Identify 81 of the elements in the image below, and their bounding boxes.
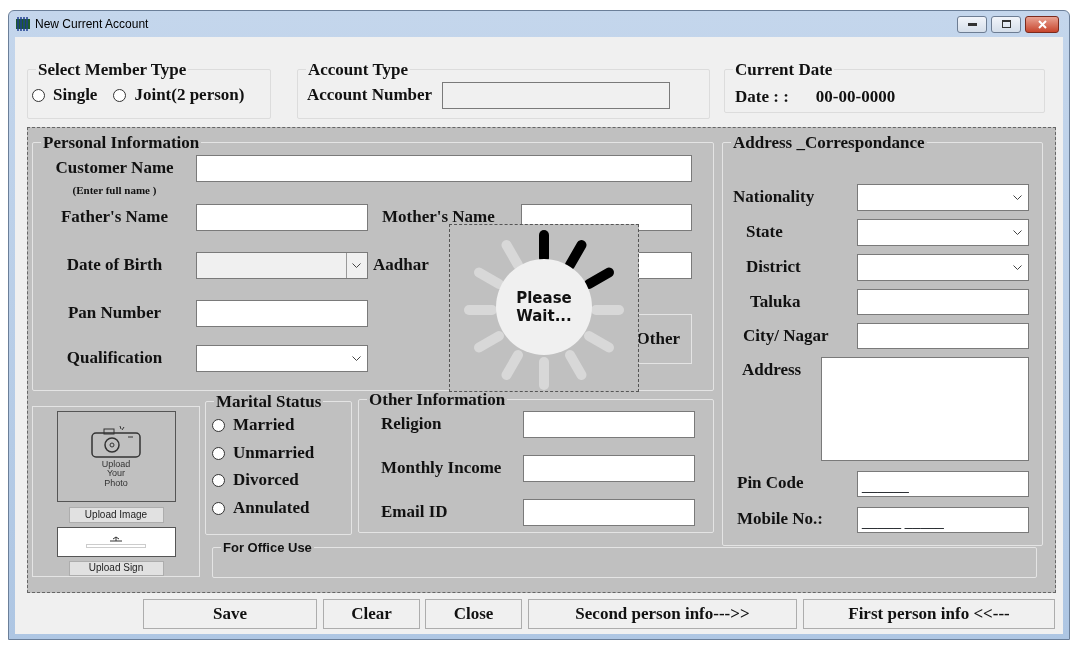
- field-label: Aadhar: [372, 256, 430, 275]
- field-label: Qualification: [66, 349, 163, 368]
- radio-label: Single: [53, 86, 98, 105]
- input-field[interactable]: [196, 155, 692, 182]
- group-title: Select Member Type: [37, 61, 188, 78]
- camera-icon: [90, 425, 142, 459]
- group-title: Marital Status: [215, 393, 323, 410]
- group-title: Account Type: [307, 61, 409, 78]
- group-title: For Office Use: [222, 541, 313, 554]
- chevron-down-icon: [352, 356, 361, 361]
- group-title: Personal Information: [42, 134, 201, 151]
- field-label: Date of Birth: [66, 256, 163, 275]
- radio-label: Divorced: [233, 471, 299, 491]
- radio-button[interactable]: [212, 418, 225, 432]
- dropdown-field[interactable]: [196, 345, 368, 372]
- input-field[interactable]: [523, 411, 695, 438]
- radio-button[interactable]: [212, 446, 225, 460]
- input-field[interactable]: ______: [857, 471, 1029, 497]
- date-value: 00-00-0000: [815, 88, 896, 107]
- loading-text: Please Wait...: [515, 289, 573, 325]
- dropdown-field[interactable]: [857, 184, 1029, 211]
- group-title: Address _Correspondance: [732, 134, 926, 151]
- photo-caption: Upload Your Photo: [100, 460, 132, 489]
- radio-label: Annulated: [233, 499, 310, 518]
- field-label: Mobile No.:: [736, 509, 824, 529]
- field-label: Taluka: [749, 292, 802, 312]
- field-label: Nationality: [733, 188, 816, 207]
- field-hint: (Enter full name ): [72, 183, 157, 197]
- input-field[interactable]: [442, 82, 671, 109]
- radio-button[interactable]: [32, 88, 45, 102]
- text-area[interactable]: [821, 357, 1029, 461]
- input-field[interactable]: _____ _____: [857, 507, 1029, 533]
- minimize-icon: [967, 22, 977, 26]
- radio-button[interactable]: [212, 474, 225, 488]
- input-field[interactable]: [196, 204, 368, 231]
- close-button[interactable]: [1025, 15, 1059, 33]
- dropdown-field[interactable]: [857, 254, 1029, 281]
- dropdown-field[interactable]: [857, 219, 1029, 246]
- radio-button[interactable]: [113, 88, 127, 102]
- field-label: State: [745, 223, 784, 242]
- field-label: Monthly Income: [381, 459, 502, 478]
- field-label: Religion: [381, 415, 442, 434]
- field-label: Date : :: [735, 88, 789, 107]
- field-label: Address: [741, 359, 803, 380]
- input-field[interactable]: [196, 300, 368, 327]
- group-title: Other Information: [368, 391, 507, 408]
- chevron-down-icon: [352, 263, 361, 268]
- field-label: Mother's Name: [381, 208, 496, 227]
- action-button[interactable]: Second person info--->>: [528, 599, 797, 629]
- minimize-button[interactable]: [957, 15, 987, 33]
- maximize-button[interactable]: [991, 15, 1021, 33]
- action-button[interactable]: Clear: [323, 599, 420, 629]
- upload-image-button[interactable]: Upload Image: [68, 507, 164, 523]
- chevron-down-icon: [1013, 230, 1022, 235]
- radio-label: Unmarried: [233, 443, 315, 463]
- input-field[interactable]: [523, 499, 695, 526]
- input-field[interactable]: [523, 455, 695, 482]
- window-title: New Current Account: [35, 16, 149, 33]
- action-button[interactable]: Close: [425, 599, 522, 629]
- action-button[interactable]: Save: [143, 599, 317, 629]
- field-label: Father's Name: [60, 208, 169, 227]
- input-field[interactable]: [857, 289, 1029, 315]
- field-label: Customer Name: [55, 159, 174, 178]
- radio-button[interactable]: [212, 501, 225, 515]
- radio-label: Married: [233, 416, 295, 435]
- field-label: Pin Code: [736, 473, 805, 493]
- input-field[interactable]: [857, 323, 1029, 349]
- maximize-icon: [1001, 20, 1011, 28]
- field-label: Email ID: [381, 503, 448, 522]
- field-label: Pan Number: [68, 304, 161, 323]
- close-icon: [1037, 19, 1047, 29]
- radio-label: Joint(2 person): [134, 86, 245, 105]
- field-label: District: [745, 258, 802, 277]
- group-title: Current Date: [734, 61, 834, 78]
- app-icon: [15, 16, 31, 32]
- chevron-down-icon: [1013, 195, 1022, 200]
- upload-sign-button[interactable]: Upload Sign: [68, 560, 164, 576]
- field-label: City/ Nagar: [742, 326, 830, 346]
- action-button[interactable]: First person info <<---: [803, 599, 1055, 629]
- chevron-down-icon: [1013, 265, 1022, 270]
- field-label: Account Number: [307, 86, 433, 105]
